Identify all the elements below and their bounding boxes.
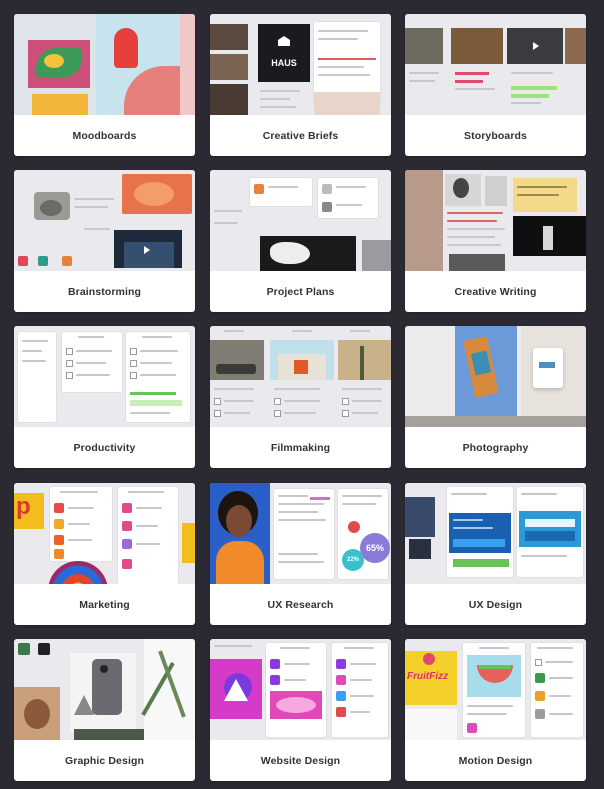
card-label: Creative Writing [454, 285, 537, 298]
card-label: Moodboards [72, 129, 137, 142]
template-card-creative-writing[interactable]: Creative Writing [405, 170, 586, 312]
template-card-graphic-design[interactable]: Graphic Design [14, 639, 195, 781]
play-icon [533, 42, 539, 50]
template-card-photography[interactable]: Photography [405, 326, 586, 468]
template-card-motion-design[interactable]: FruitFizz Motion Design [405, 639, 586, 781]
template-card-ux-research[interactable]: 65% 22% UX Research [210, 483, 391, 625]
template-card-brainstorming[interactable]: Brainstorming [14, 170, 195, 312]
stat-22-percent: 22% [346, 557, 359, 563]
photography-thumbnail [405, 326, 586, 427]
card-label: Brainstorming [67, 285, 142, 298]
template-card-productivity[interactable]: Productivity [14, 326, 195, 468]
stat-circle-teal: 22% [342, 549, 364, 571]
stat-circle-purple: 65% [360, 533, 390, 563]
template-card-filmmaking[interactable]: Filmmaking [210, 326, 391, 468]
project-plans-thumbnail [210, 170, 391, 271]
graphic-design-thumbnail [14, 639, 195, 740]
creative-briefs-thumbnail: HAUS [210, 14, 391, 115]
template-card-creative-briefs[interactable]: HAUS Creative Briefs [210, 14, 391, 156]
ux-design-thumbnail [405, 483, 586, 584]
card-label: Graphic Design [64, 754, 144, 767]
website-design-thumbnail [210, 639, 391, 740]
productivity-thumbnail [14, 326, 195, 427]
template-card-storyboards[interactable]: Storyboards [405, 14, 586, 156]
brainstorming-thumbnail [14, 170, 195, 271]
card-label: Project Plans [266, 285, 335, 298]
card-label: Creative Briefs [262, 129, 339, 142]
card-label: Website Design [260, 754, 341, 767]
card-label: Photography [462, 441, 529, 454]
creative-writing-thumbnail [405, 170, 586, 271]
haus-logo-text: HAUS [271, 58, 297, 68]
card-label: Motion Design [458, 754, 533, 767]
card-label: Storyboards [464, 129, 527, 142]
motion-design-thumbnail: FruitFizz [405, 639, 586, 740]
card-label: Marketing [79, 598, 130, 611]
marketing-thumbnail: p [14, 483, 195, 584]
stat-65-percent: 65% [365, 543, 384, 553]
card-label: Productivity [73, 441, 136, 454]
fruitfizz-logo-text: FruitFizz [407, 671, 449, 682]
template-card-website-design[interactable]: Website Design [210, 639, 391, 781]
marketing-logo-text: p [16, 493, 31, 520]
card-label: Filmmaking [270, 441, 331, 454]
card-label: UX Research [267, 598, 334, 611]
template-card-project-plans[interactable]: Project Plans [210, 170, 391, 312]
template-grid: Moodboards HAUS Creative Briefs Storyboa… [0, 0, 604, 789]
moodboards-thumbnail [14, 14, 195, 115]
template-card-marketing[interactable]: p Marketing [14, 483, 195, 625]
play-icon [144, 246, 150, 254]
template-card-ux-design[interactable]: UX Design [405, 483, 586, 625]
storyboards-thumbnail [405, 14, 586, 115]
ux-research-thumbnail: 65% 22% [210, 483, 391, 584]
filmmaking-thumbnail [210, 326, 391, 427]
template-card-moodboards[interactable]: Moodboards [14, 14, 195, 156]
card-label: UX Design [468, 598, 523, 611]
